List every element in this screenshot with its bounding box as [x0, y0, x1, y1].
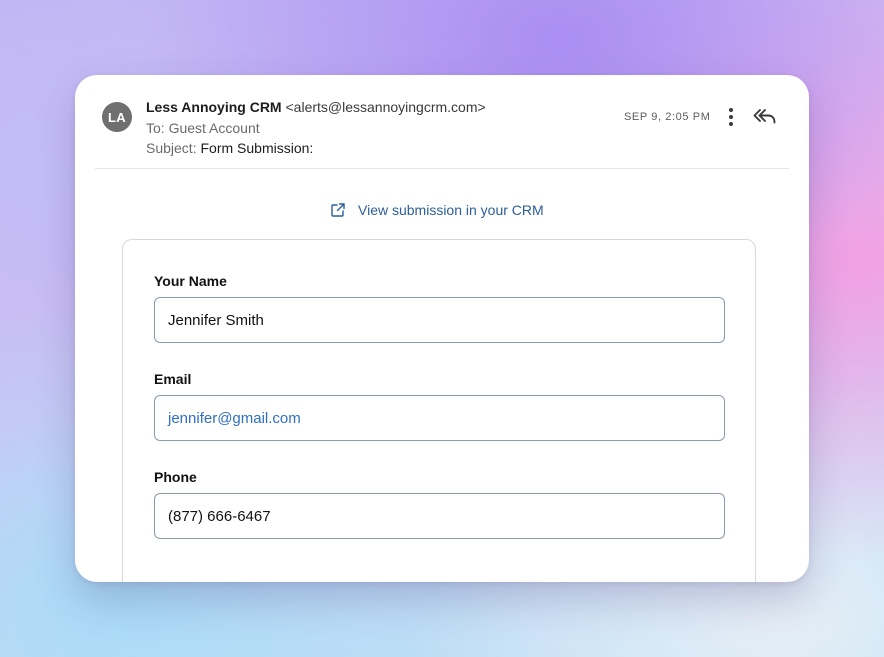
- sender-avatar: LA: [102, 102, 132, 132]
- your-name-field: Jennifer Smith: [154, 297, 725, 343]
- vertical-ellipsis-icon: [729, 108, 733, 126]
- email-header: LA Less Annoying CRM <alerts@lessannoyin…: [75, 75, 809, 169]
- phone-label: Phone: [154, 469, 197, 485]
- subject-value: Form Submission:: [200, 140, 314, 156]
- email-date: SEP 9, 2:05 PM: [624, 111, 711, 123]
- reply-all-button[interactable]: [753, 107, 777, 127]
- to-line: To: Guest Account: [146, 120, 260, 136]
- header-divider: [95, 168, 789, 169]
- subject-line: Subject: Form Submission:: [146, 140, 313, 156]
- reply-all-icon: [753, 109, 776, 124]
- email-label: Email: [154, 371, 192, 387]
- form-submission-panel: Your Name Jennifer Smith Email jennifer@…: [122, 239, 756, 582]
- sender-name: Less Annoying CRM: [146, 99, 282, 115]
- view-submission-link[interactable]: View submission in your CRM: [330, 202, 544, 218]
- view-submission-label: View submission in your CRM: [358, 202, 544, 218]
- sender-email: <alerts@lessannoyingcrm.com>: [285, 99, 486, 115]
- more-options-button[interactable]: [721, 106, 741, 128]
- external-link-icon: [331, 203, 345, 217]
- subject-label: Subject:: [146, 140, 197, 156]
- from-line: Less Annoying CRM <alerts@lessannoyingcr…: [146, 99, 486, 115]
- to-label: To:: [146, 120, 165, 136]
- email-field[interactable]: jennifer@gmail.com: [154, 395, 725, 441]
- email-card: LA Less Annoying CRM <alerts@lessannoyin…: [75, 75, 809, 582]
- to-value: Guest Account: [168, 120, 260, 136]
- your-name-label: Your Name: [154, 273, 227, 289]
- phone-field: (877) 666-6467: [154, 493, 725, 539]
